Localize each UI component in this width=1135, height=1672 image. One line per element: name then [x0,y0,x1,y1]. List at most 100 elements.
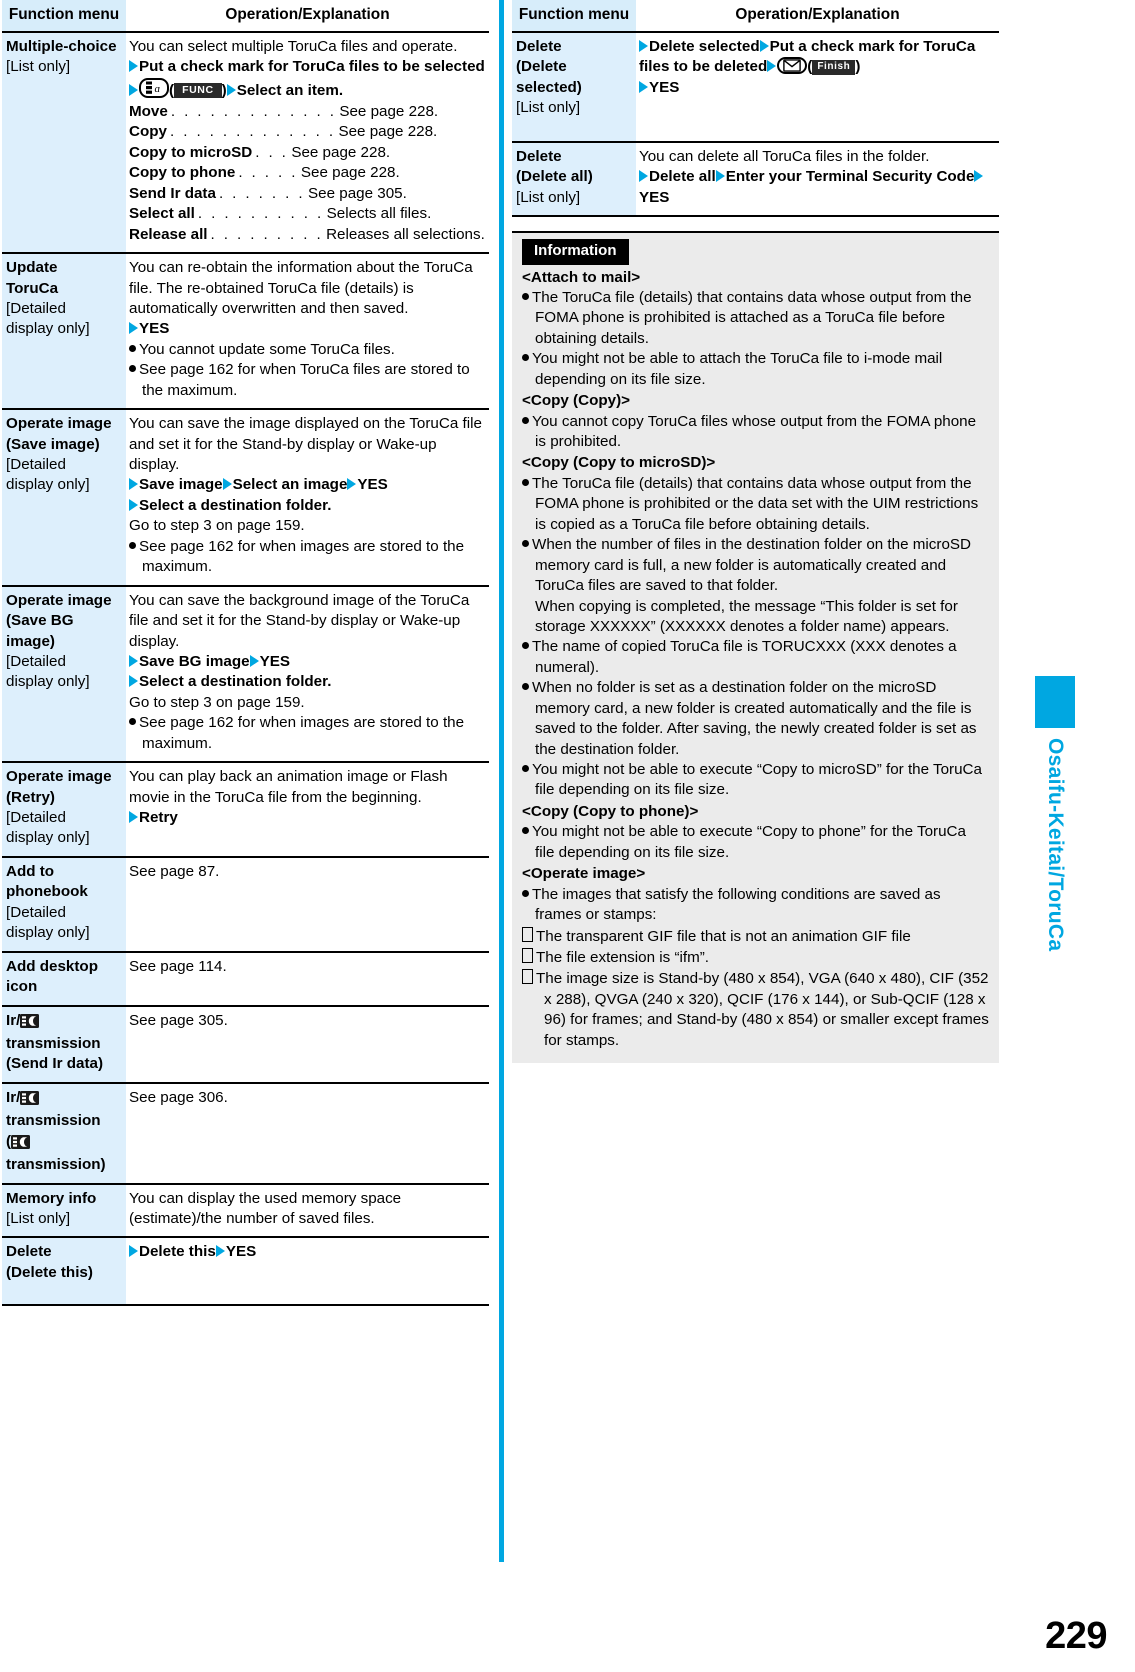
table-header-row: Function menu Operation/Explanation [512,0,999,33]
menu-cell-memory-info: Memory info [List only] [2,1183,126,1238]
information-item-text: The images that satisfy the following co… [532,885,941,924]
information-item-text: The ToruCa file (details) that contains … [532,474,979,533]
bullet-icon [129,541,136,549]
softkey-finish-label: Finish [812,60,856,76]
column-divider [499,0,504,1562]
leader-label: Select all [129,205,195,223]
menu-title-line: (Retry) [6,788,55,806]
step-label: YES [357,476,388,494]
information-sub-item: The transparent GIF file that is not an … [522,926,989,947]
menu-subtitle-line: [List only] [516,188,581,206]
table-row: Memory info [List only] You can display … [2,1183,489,1238]
step-label: Put a check mark for ToruCa files to be [139,58,420,76]
menu-title-line: Delete [6,1243,52,1261]
leader-label: Copy to microSD [129,143,253,161]
arrow-icon [347,478,357,491]
information-item-text: The ToruCa file (details) that contains … [532,288,972,347]
bullet-icon [522,889,529,897]
bullet-icon [129,365,136,373]
step-label: Select a destination folder. [139,496,332,514]
operation-cell-operate-image-save-bg-image: You can save the background image of the… [126,585,489,763]
svg-text:ɑ: ɑ [155,83,161,95]
menu-title-line: (Delete [516,58,567,76]
body-text: See page 87. [129,862,220,880]
menu-cell-delete-selected: Delete (Delete selected) [List only] [512,31,636,143]
step-label: YES [649,78,680,96]
leader-value: Releases all selections. [326,225,485,243]
menu-title-line: ( [6,1132,125,1155]
step-label: Delete this [139,1243,216,1261]
list-item: Release all. . . . . . . . . Releases all… [129,225,486,245]
menu-cell-operate-image-retry: Operate image (Retry) [Detailed display … [2,762,126,857]
table-row: Add desktop icon See page 114. [2,951,489,1006]
table-row: Delete (Delete all) [List only] You can … [512,142,999,217]
leader-value: See page 228. [291,143,391,161]
step-label: selected [424,58,485,76]
leader-label: Release all [129,225,208,243]
menu-subtitle-line: [Detailed [6,652,66,670]
manual-page: Function menu Operation/Explanation Mult… [0,0,1135,1672]
menu-title-line: phonebook [6,883,88,901]
leader-value: See page 228. [338,123,438,141]
information-item: The ToruCa file (details) that contains … [522,474,989,535]
menu-title-line: selected) [516,78,582,96]
leader-label: Move [129,103,168,121]
column-header-operation: Operation/Explanation [126,0,489,33]
step-label: Select an image [232,476,348,494]
table-row: Update ToruCa [Detailed display only] Yo… [2,253,489,410]
menu-title-line: Add desktop [6,957,98,975]
note-text: See page 162 for when ToruCa files are s… [139,361,470,399]
step-label: YES [225,1243,257,1261]
leader-dots: . . . . . . . . . [210,225,324,243]
table-row: Ir/ transmission ( transmission) See pag… [2,1082,489,1184]
list-item: Send Ir data. . . . . . . See page 305. [129,184,486,204]
menu-title-line: Memory info [6,1189,97,1207]
bullet-icon [522,683,529,691]
leader-label: Copy [129,123,167,141]
menu-subtitle-line: display only] [6,673,90,691]
bullet-icon [522,827,529,835]
list-item: Copy. . . . . . . . . . . . . See page 22… [129,122,486,142]
step-sequence: Delete this YES [129,1242,486,1262]
menu-cell-operate-image-save-bg-image: Operate image (Save BG image) [Detailed … [2,585,126,763]
table-row: Operate image (Save BG image) [Detailed … [2,585,489,763]
body-text: You can delete all ToruCa files in the f… [639,148,930,166]
table-row: Delete (Delete selected) [List only] Del… [512,31,999,143]
operation-cell-delete-selected: Delete selected Put a check mark for Toru… [636,31,999,143]
body-text: See page 306. [129,1088,228,1106]
step-sequence: Select a destination folder. [129,496,486,516]
column-header-function-menu: Function menu [2,0,126,33]
operation-cell-multiple-choice: You can select multiple ToruCa files and… [126,31,489,254]
function-menu-table-left: Function menu Operation/Explanation Mult… [2,0,489,1306]
step-sequence: Delete all Enter your Terminal Security C… [639,167,996,208]
ic-card-icon [11,1134,31,1155]
information-heading: <Copy (Copy to microSD)> [522,454,716,472]
table-row: Operate image (Retry) [Detailed display … [2,762,489,857]
list-item: Move. . . . . . . . . . . . . See page 22… [129,102,486,122]
leader-value: Selects all files. [326,205,432,223]
bullet-icon [129,344,136,352]
menu-title-line: (Save image) [6,435,100,453]
menu-title-line: ToruCa [6,279,59,297]
bullet-icon [522,416,529,424]
menu-subtitle-line: display only] [6,476,90,494]
side-tab-marker [1035,676,1075,728]
arrow-icon [129,498,138,511]
menu-title: Multiple-choice [6,37,117,55]
step-sequence: Delete selected Put a check mark for Toru… [639,37,976,76]
ic-card-icon [20,1090,40,1111]
menu-cell-delete-this: Delete (Delete this) [2,1237,126,1305]
menu-cell-delete-all: Delete (Delete all) [List only] [512,142,636,217]
information-item: The ToruCa file (details) that contains … [522,288,989,349]
arrow-icon [974,170,984,183]
bullet-icon [522,765,529,773]
column-header-function-menu: Function menu [512,0,636,33]
body-text: You can save the image displayed on the … [129,415,482,474]
information-box: Information <Attach to mail> The ToruCa … [512,231,999,1064]
arrow-icon [249,654,259,667]
leader-dots: . . . . . . . . . . [197,205,324,223]
menu-subtitle-line: display only] [6,829,90,847]
table-header-row: Function menu Operation/Explanation [2,0,489,33]
menu-subtitle-line: [List only] [6,1210,71,1228]
menu-subtitle-line: [Detailed [6,903,66,921]
